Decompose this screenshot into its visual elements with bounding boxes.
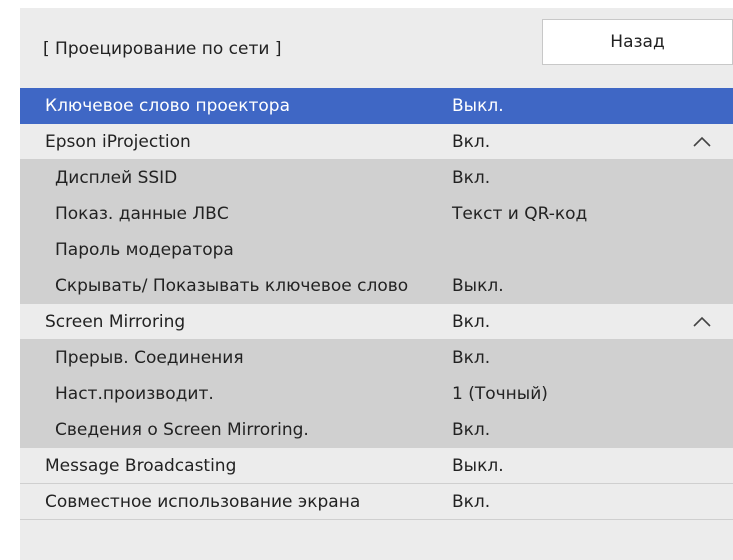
menu-row-projector-keyword[interactable]: Ключевое слово проектора Выкл. bbox=[20, 88, 733, 124]
row-label: Сведения о Screen Mirroring. bbox=[55, 420, 309, 440]
menu-row-hide-show-keyword[interactable]: Скрывать/ Показывать ключевое слово Выкл… bbox=[20, 268, 733, 304]
menu-row-screen-mirroring-info[interactable]: Сведения о Screen Mirroring. Вкл. bbox=[20, 412, 733, 448]
row-label: Наст.производит. bbox=[55, 384, 214, 404]
menu-header: [ Проецирование по сети ] Назад bbox=[20, 8, 733, 80]
menu-row-screen-mirroring[interactable]: Screen Mirroring Вкл. bbox=[20, 304, 733, 340]
menu-row-epson-iprojection[interactable]: Epson iProjection Вкл. bbox=[20, 124, 733, 160]
menu-row-performance-setting[interactable]: Наст.производит. 1 (Точный) bbox=[20, 376, 733, 412]
row-label: Screen Mirroring bbox=[45, 312, 186, 332]
menu-row-screen-sharing[interactable]: Совместное использование экрана Вкл. bbox=[20, 484, 733, 520]
row-label: Дисплей SSID bbox=[55, 168, 178, 188]
row-value: Выкл. bbox=[452, 276, 504, 296]
menu-title: [ Проецирование по сети ] bbox=[43, 39, 282, 59]
menu-row-moderator-password[interactable]: Пароль модератора bbox=[20, 232, 733, 268]
row-value: Текст и QR-код bbox=[452, 204, 588, 224]
row-label: Скрывать/ Показывать ключевое слово bbox=[55, 276, 409, 296]
row-label: Epson iProjection bbox=[45, 132, 191, 152]
row-value: 1 (Точный) bbox=[452, 384, 548, 404]
menu-row-lan-info[interactable]: Показ. данные ЛВС Текст и QR-код bbox=[20, 196, 733, 232]
chevron-up-icon[interactable] bbox=[692, 136, 712, 148]
row-value: Вкл. bbox=[452, 132, 491, 152]
menu-row-interrupt-connection[interactable]: Прерыв. Соединения Вкл. bbox=[20, 340, 733, 376]
chevron-up-icon[interactable] bbox=[692, 316, 712, 328]
row-label: Показ. данные ЛВС bbox=[55, 204, 229, 224]
settings-panel: [ Проецирование по сети ] Назад Ключевое… bbox=[20, 8, 733, 560]
menu-row-message-broadcasting[interactable]: Message Broadcasting Выкл. bbox=[20, 448, 733, 484]
menu-list: Ключевое слово проектора Выкл. Epson iPr… bbox=[20, 88, 733, 520]
row-label: Совместное использование экрана bbox=[45, 492, 361, 512]
row-value: Вкл. bbox=[452, 312, 491, 332]
back-button[interactable]: Назад bbox=[542, 19, 733, 65]
row-label: Прерыв. Соединения bbox=[55, 348, 244, 368]
menu-row-ssid-display[interactable]: Дисплей SSID Вкл. bbox=[20, 160, 733, 196]
row-label: Пароль модератора bbox=[55, 240, 234, 260]
row-value: Выкл. bbox=[452, 456, 504, 476]
row-value: Вкл. bbox=[452, 168, 491, 188]
row-value: Вкл. bbox=[452, 492, 491, 512]
row-value: Вкл. bbox=[452, 348, 491, 368]
row-value: Выкл. bbox=[452, 96, 504, 116]
row-label: Ключевое слово проектора bbox=[45, 96, 291, 116]
row-label: Message Broadcasting bbox=[45, 456, 237, 476]
row-value: Вкл. bbox=[452, 420, 491, 440]
